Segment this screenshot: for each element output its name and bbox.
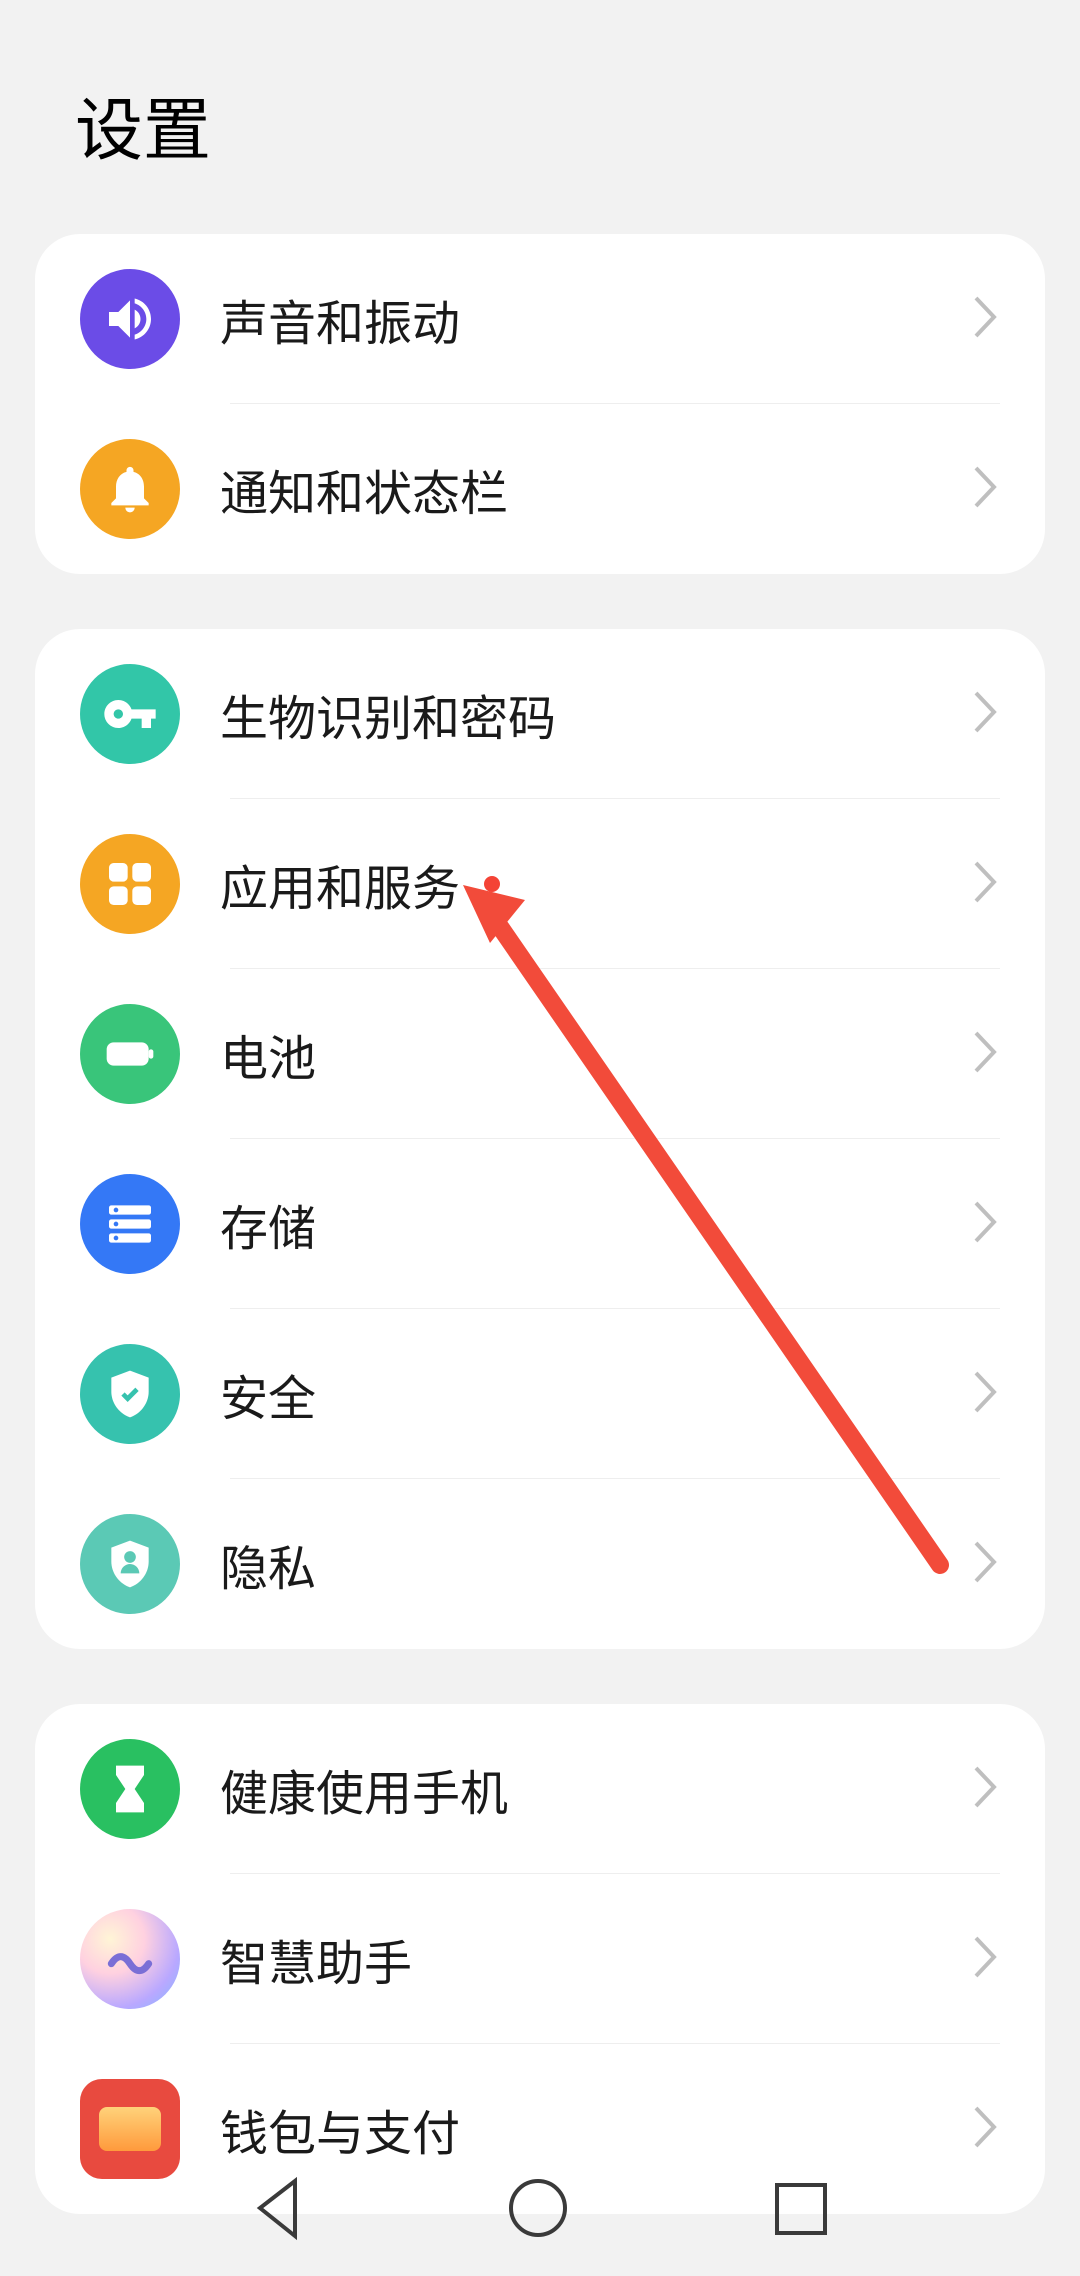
chevron-right-icon <box>972 1934 1000 1985</box>
assistant-icon <box>80 1909 180 2009</box>
chevron-right-icon <box>972 859 1000 910</box>
page-title: 设置 <box>0 0 1080 234</box>
chevron-right-icon <box>972 1764 1000 1815</box>
battery-icon <box>80 1004 180 1104</box>
row-label: 隐私 <box>220 1529 972 1599</box>
settings-row-battery[interactable]: 电池 <box>35 969 1045 1139</box>
row-label: 生物识别和密码 <box>220 679 972 749</box>
storage-icon <box>80 1174 180 1274</box>
settings-group-assistant-payment: 健康使用手机智慧助手HUAWEI钱包与支付 <box>35 1704 1045 2214</box>
hourglass-icon <box>80 1739 180 1839</box>
settings-group-security-apps: 生物识别和密码应用和服务电池存储安全隐私 <box>35 629 1045 1649</box>
settings-row-sound-vibration[interactable]: 声音和振动 <box>35 234 1045 404</box>
volume-icon <box>80 269 180 369</box>
row-label: 通知和状态栏 <box>220 454 972 524</box>
row-label: 电池 <box>220 1019 972 1089</box>
row-label: 健康使用手机 <box>220 1754 972 1824</box>
row-label: 安全 <box>220 1359 972 1429</box>
chevron-right-icon <box>972 1539 1000 1590</box>
grid-icon <box>80 834 180 934</box>
nav-home-button[interactable] <box>506 2176 571 2246</box>
nav-recent-button[interactable] <box>772 2180 830 2243</box>
settings-row-privacy[interactable]: 隐私 <box>35 1479 1045 1649</box>
chevron-right-icon <box>972 464 1000 515</box>
notification-dot <box>484 876 500 892</box>
row-label: 智慧助手 <box>220 1924 972 1994</box>
row-label: 声音和振动 <box>220 284 972 354</box>
settings-group-media: 声音和振动通知和状态栏 <box>35 234 1045 574</box>
chevron-right-icon <box>972 1029 1000 1080</box>
settings-row-storage[interactable]: 存储 <box>35 1139 1045 1309</box>
row-label: 存储 <box>220 1189 972 1259</box>
settings-row-security[interactable]: 安全 <box>35 1309 1045 1479</box>
row-label: 应用和服务 <box>220 849 972 919</box>
settings-row-apps-services[interactable]: 应用和服务 <box>35 799 1045 969</box>
nav-back-button[interactable] <box>250 2176 305 2246</box>
chevron-right-icon <box>972 689 1000 740</box>
key-icon <box>80 664 180 764</box>
privacy-icon <box>80 1514 180 1614</box>
chevron-right-icon <box>972 294 1000 345</box>
chevron-right-icon <box>972 1369 1000 1420</box>
bell-icon <box>80 439 180 539</box>
settings-row-digital-wellbeing[interactable]: 健康使用手机 <box>35 1704 1045 1874</box>
settings-row-biometrics-password[interactable]: 生物识别和密码 <box>35 629 1045 799</box>
settings-row-notifications-statusbar[interactable]: 通知和状态栏 <box>35 404 1045 574</box>
settings-row-smart-assistant[interactable]: 智慧助手 <box>35 1874 1045 2044</box>
chevron-right-icon <box>972 1199 1000 1250</box>
shield-icon <box>80 1344 180 1444</box>
navigation-bar <box>0 2146 1080 2276</box>
